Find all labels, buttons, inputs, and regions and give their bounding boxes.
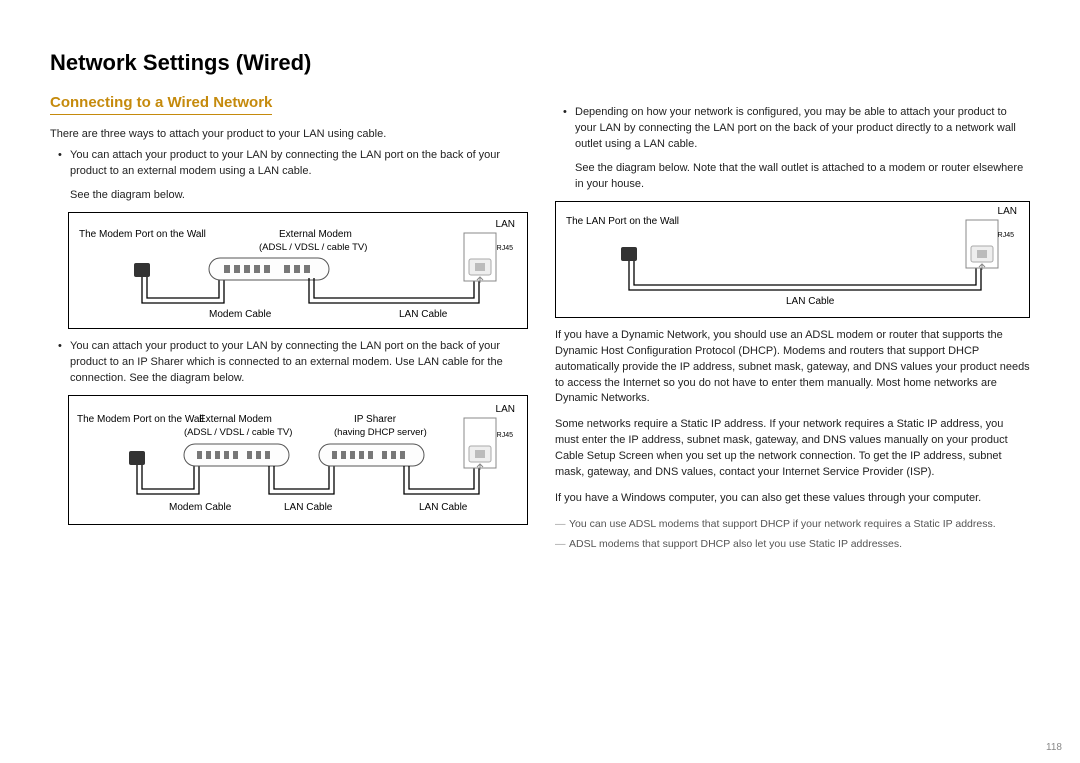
note-item: You can use ADSL modems that support DHC… bbox=[569, 517, 1030, 533]
d1-lan: LAN bbox=[496, 219, 515, 230]
d1-modem-label: External Modem bbox=[279, 229, 352, 240]
d2-lan: LAN bbox=[496, 404, 515, 415]
bullet-item: Depending on how your network is configu… bbox=[575, 105, 1030, 153]
paragraph-1: If you have a Dynamic Network, you shoul… bbox=[555, 328, 1030, 408]
right-bullet-list: Depending on how your network is configu… bbox=[555, 105, 1030, 153]
diagram-3: The LAN Port on the Wall LAN RJ45 LAN Ca… bbox=[555, 201, 1030, 318]
d3-rj45: RJ45 bbox=[998, 232, 1014, 239]
see-diagram-text: See the diagram below. bbox=[70, 188, 525, 204]
intro-text: There are three ways to attach your prod… bbox=[50, 127, 525, 142]
left-column: Network Settings (Wired) Connecting to a… bbox=[50, 50, 525, 557]
paragraph-2: Some networks require a Static IP addres… bbox=[555, 417, 1030, 481]
d1-lan-cable: LAN Cable bbox=[399, 309, 447, 320]
d1-rj45: RJ45 bbox=[497, 245, 513, 252]
d3-lan-cable: LAN Cable bbox=[786, 296, 834, 307]
d2-modem-sub: (ADSL / VDSL / cable TV) bbox=[184, 427, 292, 438]
bullet-list-2: You can attach your product to your LAN … bbox=[50, 339, 525, 387]
d2-wall-label: The Modem Port on the Wall bbox=[77, 414, 204, 425]
section-heading: Connecting to a Wired Network bbox=[50, 94, 272, 115]
page-title: Network Settings (Wired) bbox=[50, 50, 525, 76]
d2-lan-cable1: LAN Cable bbox=[284, 502, 332, 513]
d1-wall-label: The Modem Port on the Wall bbox=[79, 229, 206, 240]
d2-modem-label: External Modem bbox=[199, 414, 272, 425]
right-column: Depending on how your network is configu… bbox=[555, 50, 1030, 557]
d1-modem-cable: Modem Cable bbox=[209, 309, 271, 320]
diagram-2: The Modem Port on the Wall External Mode… bbox=[68, 395, 528, 525]
bullet-list: You can attach your product to your LAN … bbox=[50, 148, 525, 180]
d2-rj45: RJ45 bbox=[497, 432, 513, 439]
page-number: 118 bbox=[1046, 742, 1062, 753]
bullet-item: You can attach your product to your LAN … bbox=[70, 339, 525, 387]
bullet-item: You can attach your product to your LAN … bbox=[70, 148, 525, 180]
d3-wall-label: The LAN Port on the Wall bbox=[566, 216, 679, 227]
right-sub-text: See the diagram below. Note that the wal… bbox=[575, 161, 1030, 193]
d2-lan-cable2: LAN Cable bbox=[419, 502, 467, 513]
d2-modem-cable: Modem Cable bbox=[169, 502, 231, 513]
page-content: Network Settings (Wired) Connecting to a… bbox=[0, 0, 1080, 557]
paragraph-3: If you have a Windows computer, you can … bbox=[555, 491, 1030, 507]
note-item: ADSL modems that support DHCP also let y… bbox=[569, 537, 1030, 553]
d3-lan: LAN bbox=[998, 206, 1017, 217]
d2-sharer-sub: (having DHCP server) bbox=[334, 427, 427, 438]
notes-list: You can use ADSL modems that support DHC… bbox=[555, 517, 1030, 553]
diagram-1: The Modem Port on the Wall External Mode… bbox=[68, 212, 528, 329]
d2-sharer-label: IP Sharer bbox=[354, 414, 396, 425]
d1-modem-sub: (ADSL / VDSL / cable TV) bbox=[259, 242, 367, 253]
